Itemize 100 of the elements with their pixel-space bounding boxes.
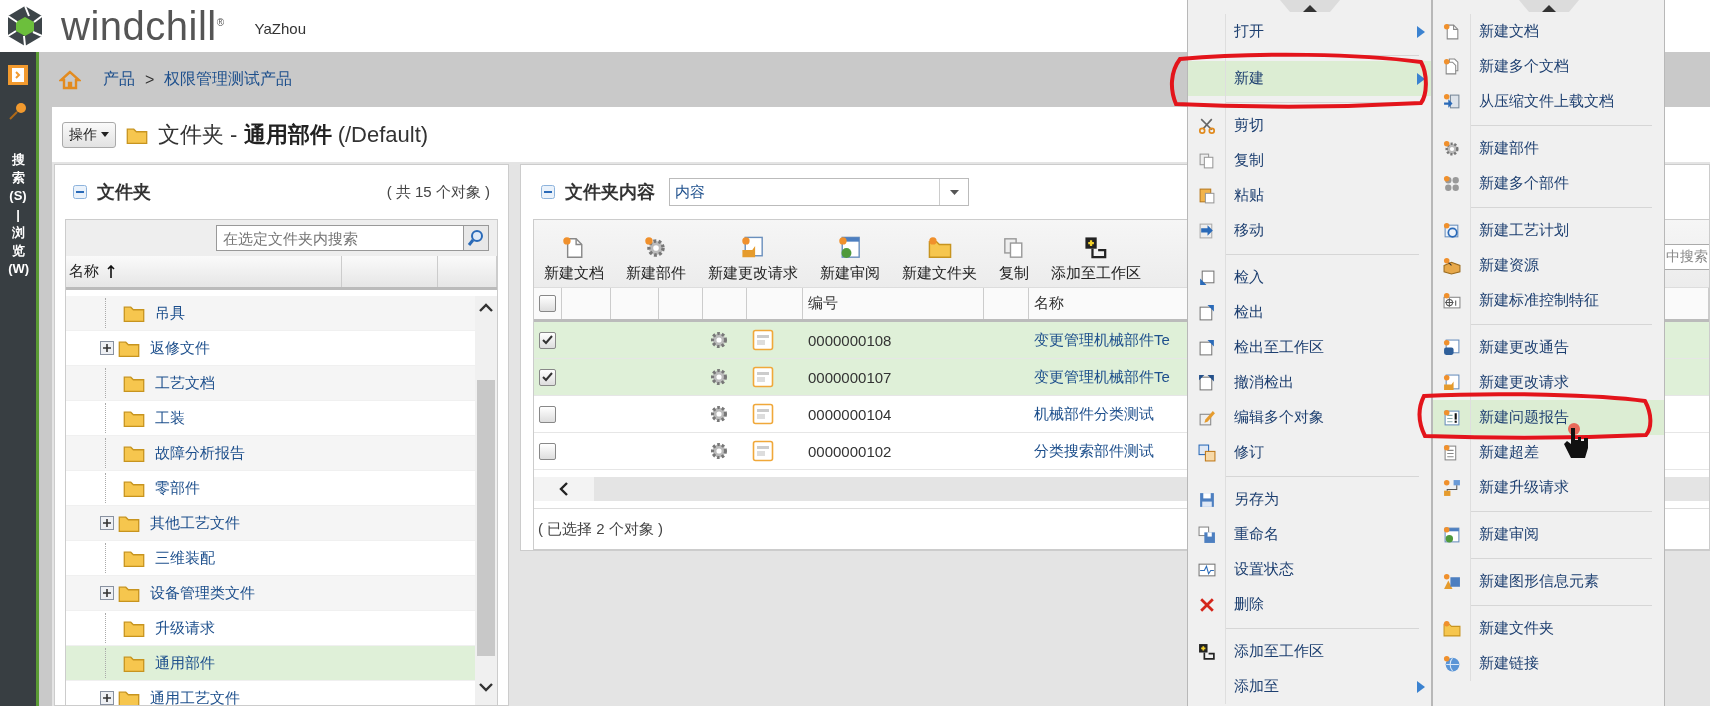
name-link[interactable]: 变更管理机械部件Te [1034, 330, 1170, 350]
tree-item[interactable]: 工艺文档 [66, 366, 475, 401]
tree-item[interactable]: 通用部件 [66, 646, 475, 681]
name-link[interactable]: 分类搜索部件测试 [1034, 441, 1154, 461]
menu-item[interactable]: 删除 [1188, 587, 1431, 622]
menu-item[interactable]: 新建文件夹 [1433, 611, 1664, 646]
menu-item[interactable]: 剪切 [1188, 108, 1431, 143]
menu-item[interactable]: 新建链接 [1433, 646, 1664, 681]
review-icon [838, 236, 862, 260]
scroll-down-icon[interactable] [478, 683, 494, 693]
menu-item[interactable]: 新建文档 [1433, 14, 1664, 49]
caret-icon [101, 132, 109, 137]
gear-icon [644, 236, 668, 260]
checkbox[interactable] [539, 331, 556, 349]
document-corner-icon [1197, 268, 1216, 287]
menu-item[interactable]: 打开 [1188, 14, 1431, 49]
breadcrumb-link[interactable]: 产品 [103, 69, 135, 90]
menu-item[interactable]: 新建工艺计划 [1433, 213, 1664, 248]
name-link[interactable]: 机械部件分类测试 [1034, 404, 1154, 424]
menu-item[interactable]: 新建升级请求 [1433, 470, 1664, 505]
menu-item[interactable]: 新建标准控制特征 [1433, 283, 1664, 318]
toolbar-button[interactable]: 新建审阅 [816, 236, 884, 283]
table-cell-text: 0000000107 [807, 367, 893, 388]
view-dropdown[interactable]: 内容 [669, 178, 969, 206]
table-cell-text: 0000000104 [807, 404, 893, 425]
toolbar-button[interactable]: 复制 [995, 236, 1033, 283]
revise-icon [1197, 443, 1216, 462]
toolbar-button[interactable]: 添加至工作区 [1047, 236, 1145, 283]
alert-form-icon [1442, 408, 1461, 427]
brand-logo-text: windchill$^{®}$ [61, 3, 225, 49]
menu-item[interactable]: 移动 [1188, 213, 1431, 248]
menu-item[interactable]: 编辑多个对象 [1188, 400, 1431, 435]
scroll-up-icon[interactable] [478, 302, 494, 312]
expand-icon[interactable] [100, 341, 114, 355]
tree-item[interactable]: 故障分析报告 [66, 436, 475, 471]
expand-icon[interactable] [100, 586, 114, 600]
checkbox[interactable] [539, 405, 556, 423]
menu-item[interactable]: 检入 [1188, 260, 1431, 295]
menu-item[interactable]: 新建多个文档 [1433, 49, 1664, 84]
breadcrumb-link[interactable]: 权限管理测试产品 [164, 69, 293, 90]
part-icon [752, 403, 774, 425]
actions-button[interactable]: 操作 [62, 121, 116, 148]
menu-item[interactable]: 添加至工作区 [1188, 634, 1431, 669]
scrollbar[interactable] [475, 296, 497, 705]
user-name: YaZhou [254, 19, 306, 37]
expand-icon[interactable] [100, 516, 114, 530]
tree-item[interactable]: 设备管理类文件 [66, 576, 475, 611]
tree-item[interactable]: 吊具 [66, 296, 475, 331]
column-header[interactable]: 编号 [803, 288, 984, 319]
menu-item[interactable]: 新建审阅 [1433, 517, 1664, 552]
column-header[interactable]: 名称 [1034, 294, 1064, 313]
menu-item[interactable]: 新建 [1188, 61, 1431, 96]
menu-item[interactable]: 新建图形信息元素 [1433, 564, 1664, 599]
menu-item[interactable]: 粘贴 [1188, 178, 1431, 213]
search-field[interactable]: 在选定文件夹内搜索 [216, 225, 463, 251]
scroll-up-icon[interactable] [1518, 0, 1579, 12]
name-link[interactable]: 变更管理机械部件Te [1034, 367, 1170, 387]
panel-toggle-icon[interactable] [7, 64, 29, 86]
menu-item[interactable]: 重命名 [1188, 517, 1431, 552]
sidebar-tab-label[interactable]: 搜索(S) | 浏览(W) [8, 146, 28, 284]
object-count: ( 共 15 个对象 ) [386, 182, 490, 202]
toolbar-button[interactable]: 新建部件 [622, 236, 690, 283]
folder-icon [927, 236, 952, 260]
scroll-left-icon[interactable] [559, 481, 569, 497]
flow-icon [1442, 478, 1461, 497]
menu-item[interactable]: 从压缩文件上载文档 [1433, 84, 1664, 119]
edit-icon [1197, 408, 1216, 427]
documents-icon [1442, 57, 1461, 76]
gears-icon [1442, 174, 1461, 193]
pin-icon[interactable] [7, 100, 29, 122]
toolbar-button[interactable]: 新建文档 [540, 236, 608, 283]
collapse-icon[interactable] [541, 185, 555, 199]
scroll-up-icon[interactable] [1279, 0, 1340, 12]
menu-item[interactable]: 修订 [1188, 435, 1431, 470]
tree-item[interactable]: 通用工艺文件 [66, 681, 475, 705]
checkbox[interactable] [539, 442, 556, 460]
logo-icon [5, 5, 45, 47]
menu-item[interactable]: 新建资源 [1433, 248, 1664, 283]
toolbar-button[interactable]: 新建更改请求 [704, 236, 802, 283]
menu-item[interactable]: 新建问题报告 [1433, 400, 1664, 435]
toolbar-button[interactable]: 新建文件夹 [898, 236, 981, 283]
crosshair-icon [1442, 291, 1461, 310]
search-button[interactable] [463, 225, 489, 251]
menu-item[interactable]: 添加至 [1188, 669, 1431, 704]
form-icon [1442, 373, 1461, 392]
menu-item[interactable]: 新建多个部件 [1433, 166, 1664, 201]
collapse-icon[interactable] [73, 185, 87, 199]
copy-icon [1197, 151, 1216, 170]
checkbox[interactable] [539, 368, 556, 386]
save-icon [1197, 490, 1216, 509]
expand-icon[interactable] [100, 691, 114, 705]
menu-item[interactable]: 复制 [1188, 143, 1431, 178]
select-all-checkbox[interactable] [539, 295, 556, 312]
search-field[interactable]: 中搜索 [1665, 243, 1709, 270]
workspace-icon [1084, 236, 1108, 260]
gear-icon [708, 329, 730, 351]
tree-item[interactable]: 其他工艺文件 [66, 506, 475, 541]
menu-item[interactable]: 设置状态 [1188, 552, 1431, 587]
part-icon [752, 366, 774, 388]
menu-item[interactable]: 新建部件 [1433, 131, 1664, 166]
